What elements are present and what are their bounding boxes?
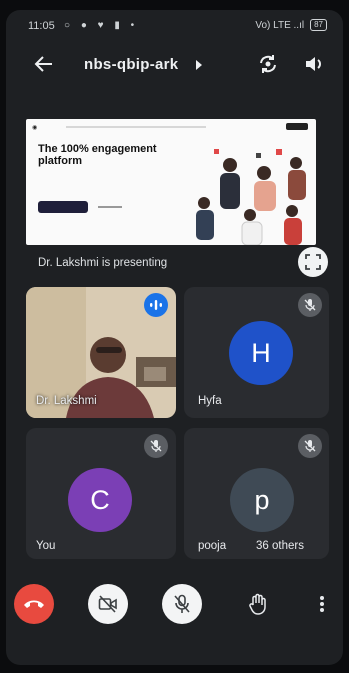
meeting-header: nbs-qbip-ark: [6, 48, 343, 88]
fullscreen-icon: [305, 254, 321, 270]
more-options-button[interactable]: [310, 584, 334, 624]
meeting-code[interactable]: nbs-qbip-ark: [84, 56, 178, 73]
avatar: H: [229, 321, 293, 385]
call-controls: [6, 578, 343, 638]
slide-link: [98, 206, 122, 208]
participant-tile-pooja[interactable]: p pooja 36 others: [184, 428, 329, 559]
slide-headline: The 100% engagement platform: [38, 143, 157, 167]
battery-icon: 87: [310, 19, 327, 31]
mic-off-badge: [298, 434, 322, 458]
mic-off-icon: [174, 594, 190, 613]
camera-off-icon: [98, 595, 117, 613]
phone-hangup-icon: [24, 600, 44, 608]
mic-off-badge: [144, 434, 168, 458]
status-time: 11:05: [28, 20, 55, 32]
mic-off-badge: [298, 293, 322, 317]
presentation-area[interactable]: ◉ The 100% engagement platform Dr. Laksh…: [6, 105, 343, 285]
camera-toggle-button[interactable]: [88, 584, 128, 624]
mic-toggle-button[interactable]: [162, 584, 202, 624]
shared-screen: ◉ The 100% engagement platform: [26, 119, 316, 245]
status-bar: 11:05 ○ ● ♥ ▮ • Vo) LTE ..ıl 87: [6, 10, 343, 40]
arrow-left-icon[interactable]: [32, 52, 56, 76]
fullscreen-button[interactable]: [298, 247, 328, 277]
presenting-label: Dr. Lakshmi is presenting: [38, 257, 168, 269]
avatar: p: [230, 468, 294, 532]
slide-logo: ◉: [32, 125, 38, 131]
slide-cta: [38, 201, 88, 213]
more-vert-icon: [320, 596, 324, 612]
speaker-icon[interactable]: [302, 52, 326, 76]
others-count[interactable]: 36 others: [256, 540, 304, 552]
participant-name: Hyfa: [198, 395, 222, 407]
speaking-indicator: [144, 293, 168, 317]
raise-hand-button[interactable]: [238, 584, 278, 624]
participant-tile-hyfa[interactable]: H Hyfa: [184, 287, 329, 418]
camera-switch-icon[interactable]: [256, 52, 280, 76]
signal-indicator: Vo) LTE ..ıl: [255, 19, 305, 31]
chevron-right-icon[interactable]: [196, 60, 202, 70]
audio-wave-icon: [150, 300, 162, 310]
end-call-button[interactable]: [14, 584, 54, 624]
mic-off-icon: [150, 440, 162, 452]
participant-tile-you[interactable]: C You: [26, 428, 176, 559]
slide-illustration: [196, 149, 306, 245]
meeting-screen: 11:05 ○ ● ♥ ▮ • Vo) LTE ..ıl 87 nbs-qbip…: [6, 10, 343, 665]
participant-tile-lakshmi[interactable]: Dr. Lakshmi: [26, 287, 176, 418]
status-notification-icons: ○ ● ♥ ▮ •: [64, 20, 139, 31]
raise-hand-icon: [249, 593, 266, 615]
mic-off-icon: [304, 440, 316, 452]
avatar: C: [68, 468, 132, 532]
mic-off-icon: [304, 299, 316, 311]
participant-name: pooja: [198, 540, 227, 552]
slide-nav-bar: [66, 126, 206, 128]
slide-button: [286, 123, 308, 130]
participant-name: You: [36, 540, 56, 552]
participant-name: Dr. Lakshmi: [36, 395, 97, 407]
